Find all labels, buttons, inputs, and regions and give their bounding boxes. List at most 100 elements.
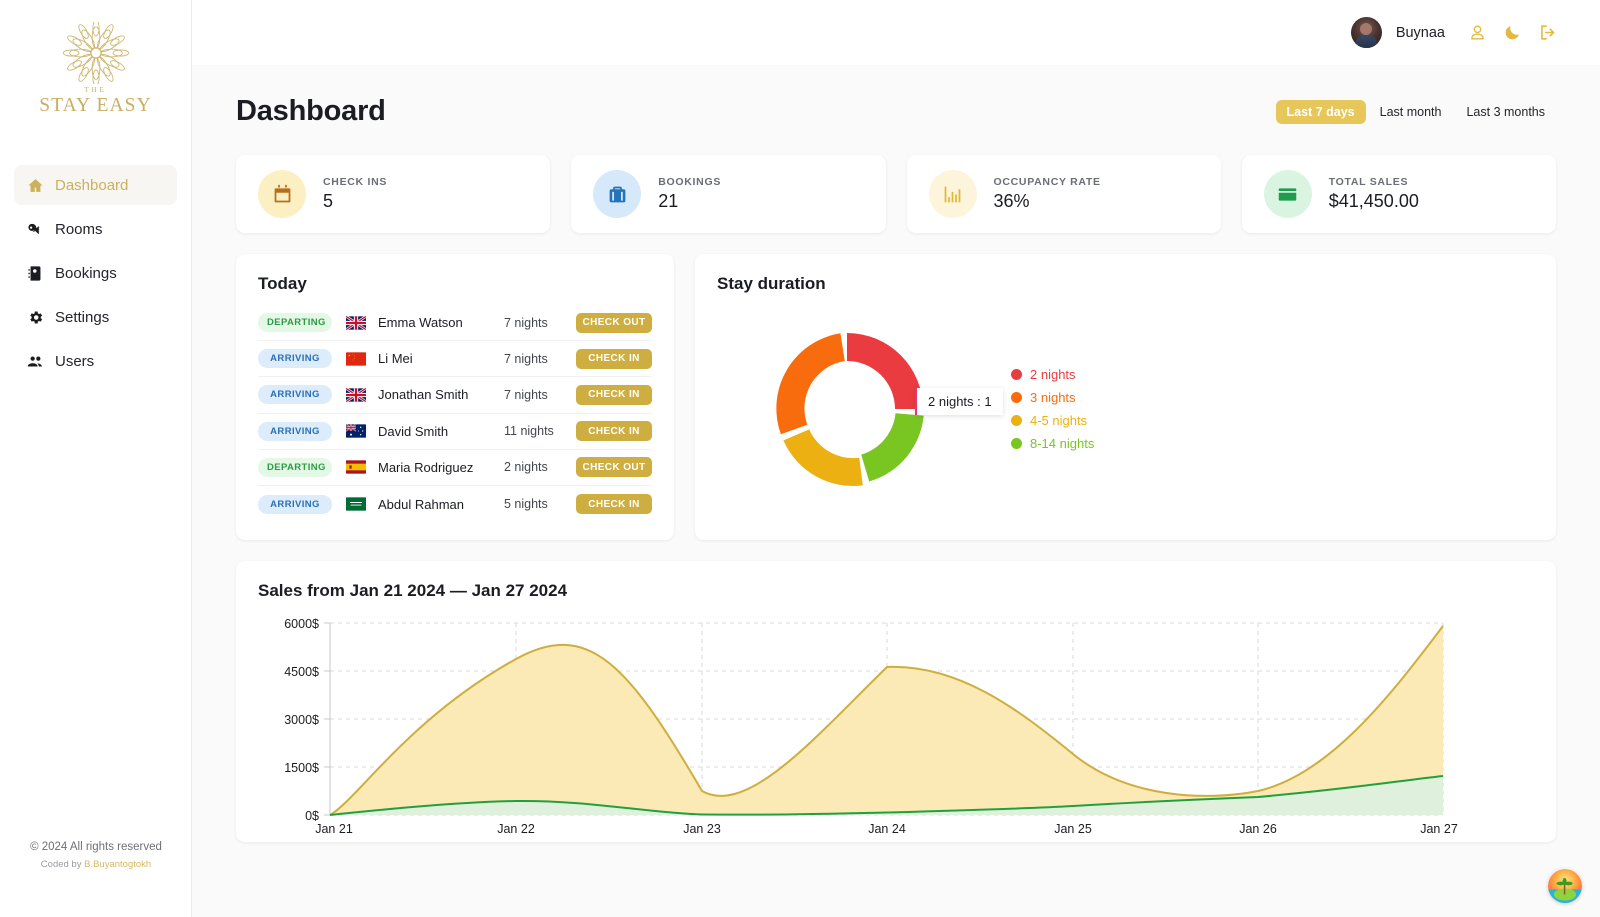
- legend-label: 2 nights: [1030, 367, 1076, 382]
- table-row[interactable]: DEPARTING Emma Watson 7 nights CHECK OUT: [258, 305, 652, 342]
- today-panel: Today DEPARTING Emma Watson 7 nights CHE…: [236, 254, 674, 540]
- sidebar-item-label: Rooms: [55, 220, 103, 238]
- coded-by-prefix: Coded by: [40, 859, 85, 871]
- calendar-icon: [258, 170, 306, 218]
- profile-icon[interactable]: [1467, 22, 1488, 43]
- sidebar-item-label: Users: [55, 352, 95, 370]
- key-icon: [26, 220, 44, 238]
- table-row[interactable]: DEPARTING Maria Rodriguez 2 nights CHECK…: [258, 450, 652, 486]
- status-badge: ARRIVING: [258, 421, 332, 441]
- bar-chart-icon: [928, 170, 977, 218]
- check-in-button[interactable]: CHECK IN: [576, 348, 652, 369]
- logout-icon[interactable]: [1537, 22, 1558, 43]
- table-row[interactable]: ARRIVING Abdul Rahman 5 nights CHECK IN: [258, 486, 652, 522]
- brand-name: STAY EASY: [39, 95, 152, 116]
- today-list: DEPARTING Emma Watson 7 nights CHECK OUT…: [258, 305, 652, 522]
- nights-count: 2 nights: [504, 460, 548, 475]
- legend-item[interactable]: 4-5 nights: [1011, 413, 1094, 428]
- brand-logo[interactable]: THE STAY EASY: [0, 0, 191, 127]
- check-out-button[interactable]: CHECK OUT: [576, 457, 652, 478]
- table-row[interactable]: ARRIVING David Smith 11 nights CHECK IN: [258, 414, 652, 450]
- stat-card-occupancy-rate: OCCUPANCY RATE 36%: [906, 155, 1221, 233]
- home-icon: [26, 176, 44, 194]
- legend-label: 8-14 nights: [1030, 436, 1095, 451]
- sidebar-item-users[interactable]: Users: [14, 341, 177, 381]
- flag-sa-icon: [346, 497, 366, 511]
- stat-label: TOTAL SALES: [1328, 176, 1409, 188]
- dashboard-content: Dashboard Last 7 days Last month Last 3 …: [192, 65, 1600, 917]
- nights-count: 7 nights: [504, 315, 548, 330]
- filter-last-3-months[interactable]: Last 3 months: [1455, 100, 1556, 124]
- stat-value: 36%: [993, 191, 1030, 211]
- stat-value: $41,450.00: [1328, 191, 1419, 211]
- nights-count: 5 nights: [504, 497, 548, 512]
- stat-value: 21: [658, 191, 679, 211]
- avatar[interactable]: [1350, 17, 1382, 48]
- table-row[interactable]: ARRIVING Jonathan Smith 7 nights CHECK I…: [258, 377, 652, 414]
- stat-label: OCCUPANCY RATE: [993, 176, 1101, 188]
- check-in-button[interactable]: CHECK IN: [576, 421, 652, 442]
- stat-card-check-ins: CHECK INS 5: [236, 155, 551, 233]
- donut-chart[interactable]: [759, 321, 935, 497]
- stat-value: 5: [323, 191, 334, 211]
- status-badge: ARRIVING: [258, 385, 332, 405]
- sidebar-item-label: Dashboard: [55, 176, 129, 194]
- sidebar-nav: Dashboard Rooms Bookings Settings Users: [0, 165, 191, 381]
- sales-area: [330, 626, 1443, 815]
- today-panel-title: Today: [258, 274, 307, 293]
- stat-card-bookings: BOOKINGS 21: [571, 155, 886, 233]
- author-link[interactable]: B.Buyantogtokh: [84, 859, 151, 870]
- users-icon: [26, 352, 44, 370]
- address-book-icon: [26, 264, 44, 282]
- island-badge-icon[interactable]: [1548, 869, 1582, 903]
- sales-area-chart[interactable]: 6000$ 4500$ 3000$ 1500$ 0$ Jan 21 Jan 22…: [258, 609, 1458, 837]
- status-badge: DEPARTING: [258, 457, 332, 477]
- guest-name: Jonathan Smith: [378, 387, 469, 403]
- legend-label: 4-5 nights: [1030, 413, 1088, 428]
- check-out-button[interactable]: CHECK OUT: [576, 312, 652, 333]
- flag-gb-icon: [346, 315, 366, 330]
- stat-card-total-sales: TOTAL SALES $41,450.00: [1241, 155, 1556, 233]
- legend-dot-icon: [1011, 438, 1022, 449]
- check-in-button[interactable]: CHECK IN: [576, 494, 652, 515]
- x-tick-label: Jan 25: [1054, 822, 1092, 836]
- sales-chart[interactable]: 6000$ 4500$ 3000$ 1500$ 0$ Jan 21 Jan 22…: [258, 609, 1534, 842]
- sales-chart-title: Sales from Jan 21 2024 — Jan 27 2024: [258, 581, 568, 600]
- legend-label: 3 nights: [1030, 390, 1076, 405]
- legend-dot-icon: [1011, 415, 1022, 426]
- guest-name: Abdul Rahman: [378, 496, 464, 512]
- guest-name: Maria Rodriguez: [378, 459, 474, 475]
- legend-item[interactable]: 2 nights: [1011, 367, 1094, 382]
- flag-gb-icon: [346, 387, 366, 402]
- flag-cn-icon: [346, 352, 366, 366]
- suitcase-icon: [593, 170, 642, 218]
- status-badge: DEPARTING: [258, 313, 332, 333]
- y-tick-label: 4500$: [284, 665, 319, 679]
- page-header: Dashboard Last 7 days Last month Last 3 …: [236, 95, 1556, 128]
- page-title: Dashboard: [236, 95, 386, 127]
- x-tick-label: Jan 26: [1239, 822, 1277, 836]
- table-row[interactable]: ARRIVING Li Mei 7 nights CHECK IN: [258, 341, 652, 378]
- coded-by-text: Coded by B.Buyantogtokh: [0, 857, 192, 873]
- guest-name: Li Mei: [378, 351, 413, 367]
- sidebar-footer: © 2024 All rights reserved Coded by B.Bu…: [0, 838, 192, 873]
- sidebar-item-bookings[interactable]: Bookings: [14, 253, 177, 293]
- stay-duration-title: Stay duration: [717, 274, 826, 293]
- check-in-button[interactable]: CHECK IN: [576, 384, 652, 405]
- legend-dot-icon: [1011, 369, 1022, 380]
- credit-card-icon: [1263, 170, 1312, 218]
- moon-icon[interactable]: [1502, 22, 1523, 43]
- legend-item[interactable]: 3 nights: [1011, 390, 1094, 405]
- guest-name: Emma Watson: [378, 315, 463, 331]
- app-root: THE STAY EASY Dashboard Rooms Bookings S…: [0, 0, 1600, 917]
- flower-mandala-icon: [55, 20, 137, 86]
- legend-item[interactable]: 8-14 nights: [1011, 436, 1094, 451]
- filter-last-month[interactable]: Last month: [1369, 100, 1453, 124]
- sidebar-item-settings[interactable]: Settings: [14, 297, 177, 337]
- filter-last-7-days[interactable]: Last 7 days: [1275, 99, 1366, 124]
- stay-duration-chart: 2 nights 3 nights 4-5 nights 8-14 nights…: [717, 294, 1534, 524]
- sidebar-item-rooms[interactable]: Rooms: [14, 209, 177, 249]
- stat-label: BOOKINGS: [658, 176, 722, 188]
- stay-duration-legend: 2 nights 3 nights 4-5 nights 8-14 nights: [1011, 367, 1094, 451]
- sidebar-item-dashboard[interactable]: Dashboard: [14, 165, 177, 205]
